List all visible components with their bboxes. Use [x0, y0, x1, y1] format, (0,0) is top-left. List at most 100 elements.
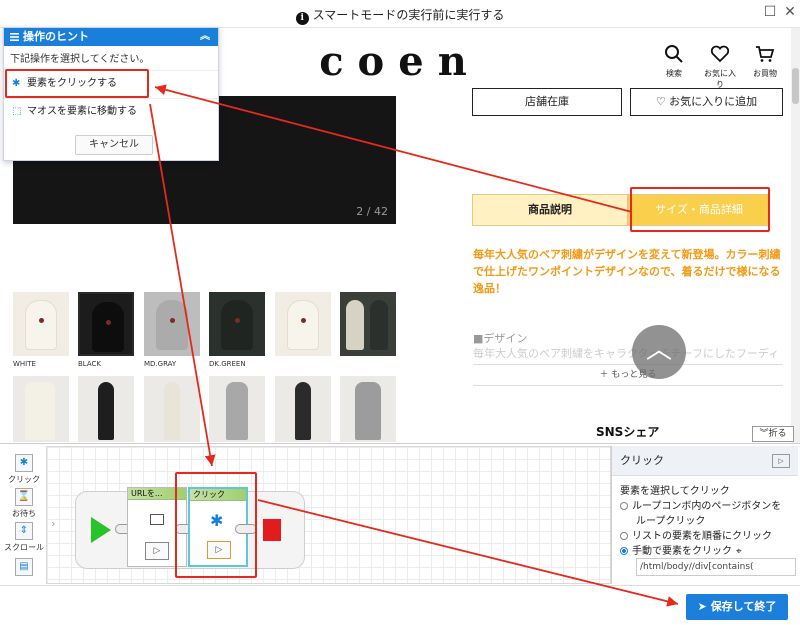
scroll-top-button[interactable]: ︿: [632, 325, 686, 379]
bear-emblem: [39, 318, 44, 323]
option-list-sequential[interactable]: リストの要素を順番にクリック: [620, 527, 772, 542]
thumb-white[interactable]: [13, 292, 69, 356]
model-photo-6[interactable]: [340, 376, 396, 442]
promo-text: 毎年大人気のベア刺繍がデザインを変えて新登場。カラー刺繍で仕上げたワンポイントデ…: [473, 248, 781, 295]
click-tool-icon: ✱: [15, 454, 33, 472]
info-icon: i: [295, 12, 309, 25]
heart-icon: [710, 45, 730, 63]
heart-outline-icon: ♡: [655, 95, 670, 108]
option-label: ループコンボ内のページボタンを: [632, 501, 782, 512]
tab-description[interactable]: 商品説明: [472, 194, 628, 226]
scrollbar-thumb[interactable]: [792, 68, 799, 104]
option-loop-page-button[interactable]: ループコンボ内のページボタンを: [620, 497, 781, 512]
tool-scroll[interactable]: ⇕ スクロール: [4, 522, 44, 553]
annotation-box-hint-option: [5, 69, 149, 98]
page-scrollbar[interactable]: [791, 28, 800, 443]
hint-cancel-button[interactable]: キャンセル: [75, 135, 153, 155]
flow-canvas[interactable]: › URLを... ▷ クリック ✱ ▷: [46, 446, 611, 584]
plus-icon: ＋: [599, 370, 612, 380]
collapse-icon: ︾: [759, 429, 769, 439]
model-figure: [25, 382, 55, 440]
show-more-button[interactable]: ＋ もっと見る: [473, 364, 783, 386]
add-favorite-button[interactable]: ♡ お気に入りに追加: [630, 88, 783, 116]
restore-button[interactable]: ☐: [762, 4, 778, 20]
properties-title: クリック: [620, 454, 664, 467]
search-icon: [665, 45, 683, 63]
hoodie-image: [156, 300, 188, 350]
model-figure: [98, 382, 114, 440]
node-play-button[interactable]: ▷: [145, 542, 169, 560]
window-title-text: スマートモードの実行前に実行する: [312, 8, 505, 22]
tool-more[interactable]: ▤: [4, 558, 44, 578]
hint-header: 操作のヒント ︽: [4, 28, 218, 46]
thumb-gray[interactable]: [144, 292, 200, 356]
menu-icon: [10, 29, 19, 47]
crosshair-icon[interactable]: ⌖: [736, 546, 742, 557]
hoodie-image: [92, 302, 124, 352]
tool-click[interactable]: ✱ クリック: [4, 454, 44, 485]
search-button[interactable]: 検索: [656, 44, 692, 79]
radio-button[interactable]: [620, 502, 628, 510]
bear-emblem: [170, 318, 175, 323]
model-photo-4[interactable]: [209, 376, 265, 442]
properties-panel: クリック ▷ 要素を選択してクリック ループコンボ内のページボタンを ループクリッ…: [611, 446, 798, 584]
option-manual-click[interactable]: 手動で要素をクリック ⌖: [620, 542, 742, 557]
run-step-button[interactable]: ▷: [772, 454, 790, 468]
design-heading: ■デザイン: [473, 332, 528, 345]
cart-button[interactable]: お買物: [747, 44, 783, 79]
model-figure: [295, 382, 311, 440]
radio-button[interactable]: [620, 532, 628, 540]
hint-title: 操作のヒント: [23, 30, 89, 43]
cart-label: お買物: [753, 69, 777, 78]
color-label-gray: MD.GRAY: [144, 360, 177, 368]
color-label-dkgreen: DK.GREEN: [209, 360, 246, 368]
window-title: i スマートモードの実行前に実行する: [0, 6, 800, 25]
model-photo-5[interactable]: [275, 376, 331, 442]
model-photo-2[interactable]: [78, 376, 134, 442]
thumb-black[interactable]: [78, 292, 134, 356]
save-and-finish-button[interactable]: ➤ 保存して終了: [686, 594, 788, 620]
thumb-detail-1[interactable]: [275, 292, 331, 356]
design-text: 毎年大人気のベア刺繍をキャラクターモチーフにしたフーディ: [473, 347, 780, 360]
annotation-box-tab: [630, 187, 770, 232]
hoodie-image: [370, 300, 388, 350]
bear-emblem: [106, 320, 111, 325]
xpath-field[interactable]: /html/body//div[contains(: [636, 558, 796, 576]
hint-option-hover-element[interactable]: ⬚ マオスを要素に移動する: [4, 98, 218, 124]
model-figure: [164, 382, 180, 440]
title-bar: i スマートモードの実行前に実行する ☐ ✕: [0, 0, 800, 28]
close-button[interactable]: ✕: [782, 4, 798, 20]
hint-subtitle: 下記操作を選択してください。: [10, 54, 150, 65]
hoodie-image: [25, 300, 57, 350]
annotation-box-click-node: [175, 472, 257, 578]
start-icon: [91, 517, 111, 543]
radio-button-selected[interactable]: [620, 547, 628, 555]
bear-emblem: [301, 318, 306, 323]
chevron-right-icon[interactable]: ›: [51, 517, 55, 530]
collapse-up-icon[interactable]: ︽: [200, 28, 210, 46]
mouse-move-icon: ⬚: [12, 106, 22, 117]
app-window: i スマートモードの実行前に実行する ☐ ✕ coen 検索 お気に入り お買物 …: [0, 0, 800, 625]
model-photo-3[interactable]: [144, 376, 200, 442]
image-counter: 2 / 42: [356, 205, 388, 218]
cart-icon: [756, 46, 775, 62]
collapse-panel-button[interactable]: ︾折る: [752, 426, 794, 442]
thumb-detail-2[interactable]: [340, 292, 396, 356]
thumb-dkgreen[interactable]: [209, 292, 265, 356]
store-stock-button[interactable]: 店舗在庫: [472, 88, 622, 116]
favorites-button[interactable]: お気に入り: [702, 44, 738, 90]
model-photo-1[interactable]: [13, 376, 69, 442]
send-icon: ➤: [697, 600, 711, 613]
option-label: 手動で要素をクリック: [632, 546, 732, 557]
option-label: リストの要素を順番にクリック: [632, 531, 772, 542]
favorites-label: お気に入り: [704, 69, 736, 89]
webpage-icon: [150, 514, 164, 525]
add-favorite-label: お気に入りに追加: [669, 95, 758, 108]
tool-wait[interactable]: ⌛ お待ち: [4, 488, 44, 519]
search-label: 検索: [666, 69, 682, 78]
footer-divider: [0, 585, 800, 586]
sns-share-heading: SNSシェア: [596, 425, 660, 439]
hoodie-image: [287, 300, 319, 350]
toolbox: ✱ クリック ⌛ お待ち ⇕ スクロール ▤: [4, 450, 44, 586]
hourglass-icon: ⌛: [15, 488, 33, 506]
